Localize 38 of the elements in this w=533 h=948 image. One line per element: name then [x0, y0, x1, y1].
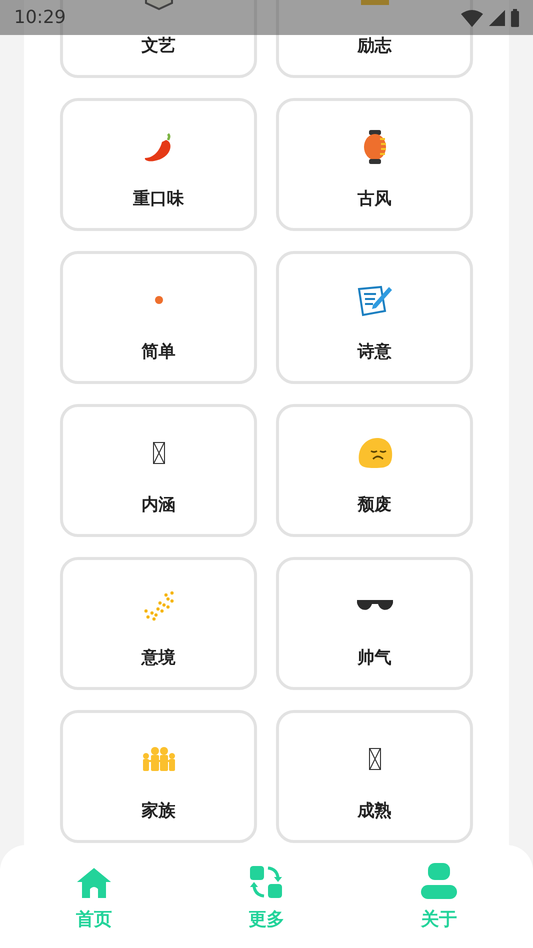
category-card[interactable]: 成熟 [276, 710, 473, 843]
lantern-icon [362, 129, 388, 165]
category-label: 古风 [358, 188, 392, 210]
category-card[interactable]: 古风 [276, 98, 473, 231]
family-icon [140, 747, 176, 771]
category-card[interactable]: 重口味 [60, 98, 257, 231]
category-card[interactable]: 简单 [60, 251, 257, 384]
category-label: 文艺 [142, 35, 176, 57]
category-card[interactable]: 颓废 [276, 404, 473, 537]
person-icon [420, 862, 457, 898]
category-card[interactable]: 家族 [60, 710, 257, 843]
sad-face-icon [356, 437, 392, 469]
signal-icon [489, 10, 505, 26]
category-card[interactable]: 帅气 [276, 557, 473, 690]
category-label: 励志 [358, 35, 392, 57]
battery-icon [511, 8, 519, 26]
missing-glyph-icon [152, 442, 164, 464]
category-label: 意境 [142, 647, 176, 669]
swap-icon [249, 864, 284, 898]
category-label: 成熟 [358, 800, 392, 822]
category-label: 重口味 [133, 188, 184, 210]
sunglasses-icon [356, 599, 392, 613]
category-label: 简单 [142, 341, 176, 363]
category-card[interactable]: 意境 [60, 557, 257, 690]
category-label: 家族 [142, 800, 176, 822]
category-label: 内涵 [142, 494, 176, 516]
sparkles-icon [142, 589, 176, 623]
memo-icon [356, 283, 392, 317]
category-card[interactable]: 励志 [276, 0, 473, 78]
wifi-icon [461, 8, 483, 26]
category-label: 颓废 [358, 494, 392, 516]
category-label: 帅气 [358, 647, 392, 669]
category-label: 诗意 [358, 341, 392, 363]
dot-icon [154, 296, 162, 304]
category-card[interactable]: 内涵 [60, 404, 257, 537]
missing-glyph-icon [368, 748, 380, 770]
home-icon [76, 866, 112, 898]
category-card[interactable]: 诗意 [276, 251, 473, 384]
